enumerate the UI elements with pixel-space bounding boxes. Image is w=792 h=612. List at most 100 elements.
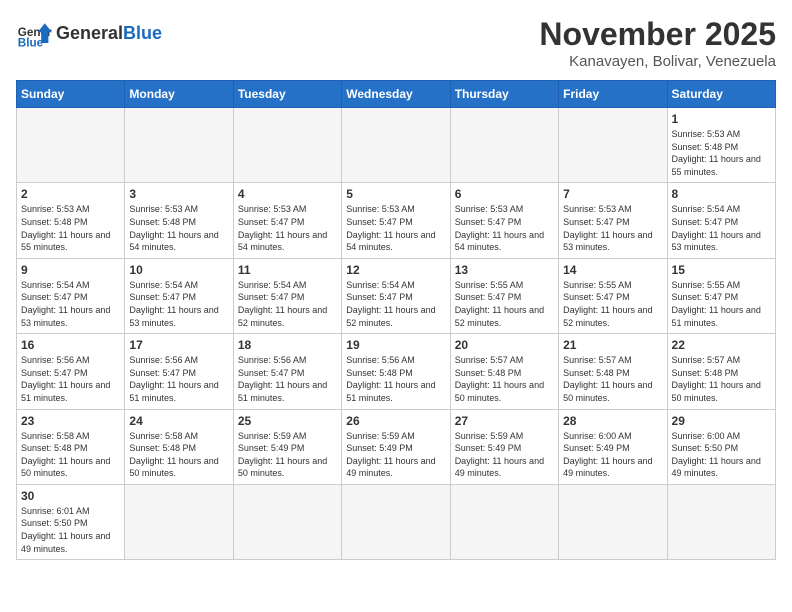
day-number: 7 — [563, 187, 662, 201]
day-info: Sunrise: 5:55 AM Sunset: 5:47 PM Dayligh… — [455, 279, 554, 329]
day-info: Sunrise: 5:54 AM Sunset: 5:47 PM Dayligh… — [21, 279, 120, 329]
calendar-cell: 6 Sunrise: 5:53 AM Sunset: 5:47 PM Daylig… — [450, 183, 558, 258]
calendar-cell — [559, 108, 667, 183]
day-of-week-header: Friday — [559, 81, 667, 108]
location: Kanavayen, Bolivar, Venezuela — [539, 53, 776, 70]
day-info: Sunrise: 5:54 AM Sunset: 5:47 PM Dayligh… — [129, 279, 228, 329]
day-number: 30 — [21, 489, 120, 503]
day-number: 4 — [238, 187, 337, 201]
calendar-cell: 27Sunrise: 5:59 AM Sunset: 5:49 PM Dayli… — [450, 409, 558, 484]
calendar-cell — [17, 108, 125, 183]
calendar-cell — [233, 108, 341, 183]
day-info: Sunrise: 5:53 AM Sunset: 5:47 PM Dayligh… — [455, 203, 554, 253]
day-info: Sunrise: 5:53 AM Sunset: 5:48 PM Dayligh… — [672, 128, 771, 178]
svg-text:Blue: Blue — [18, 37, 44, 50]
calendar-cell: 29 Sunrise: 6:00 AM Sunset: 5:50 PM Dayli… — [667, 409, 775, 484]
calendar-week-row: 30 Sunrise: 6:01 AM Sunset: 5:50 PM Dayli… — [17, 484, 776, 559]
day-info: Sunrise: 5:59 AM Sunset: 5:49 PM Dayligh… — [346, 430, 445, 480]
calendar-cell: 26Sunrise: 5:59 AM Sunset: 5:49 PM Dayli… — [342, 409, 450, 484]
day-info: Sunrise: 6:00 AM Sunset: 5:50 PM Dayligh… — [672, 430, 771, 480]
day-of-week-header: Saturday — [667, 81, 775, 108]
calendar-week-row: 1Sunrise: 5:53 AM Sunset: 5:48 PM Daylig… — [17, 108, 776, 183]
day-number: 3 — [129, 187, 228, 201]
calendar-cell: 4 Sunrise: 5:53 AM Sunset: 5:47 PM Daylig… — [233, 183, 341, 258]
day-number: 22 — [672, 338, 771, 352]
day-info: Sunrise: 5:53 AM Sunset: 5:48 PM Dayligh… — [21, 203, 120, 253]
calendar-cell: 16Sunrise: 5:56 AM Sunset: 5:47 PM Dayli… — [17, 334, 125, 409]
day-of-week-header: Tuesday — [233, 81, 341, 108]
day-number: 6 — [455, 187, 554, 201]
calendar-cell: 30 Sunrise: 6:01 AM Sunset: 5:50 PM Dayli… — [17, 484, 125, 559]
calendar-cell: 11 Sunrise: 5:54 AM Sunset: 5:47 PM Dayli… — [233, 258, 341, 333]
day-info: Sunrise: 6:01 AM Sunset: 5:50 PM Dayligh… — [21, 505, 120, 555]
day-info: Sunrise: 5:53 AM Sunset: 5:47 PM Dayligh… — [346, 203, 445, 253]
calendar-cell: 23Sunrise: 5:58 AM Sunset: 5:48 PM Dayli… — [17, 409, 125, 484]
day-number: 16 — [21, 338, 120, 352]
calendar-cell — [125, 484, 233, 559]
calendar-cell — [450, 108, 558, 183]
day-number: 10 — [129, 263, 228, 277]
calendar-header-row: SundayMondayTuesdayWednesdayThursdayFrid… — [17, 81, 776, 108]
calendar-cell: 21Sunrise: 5:57 AM Sunset: 5:48 PM Dayli… — [559, 334, 667, 409]
title-block: November 2025 Kanavayen, Bolivar, Venezu… — [539, 16, 776, 70]
day-number: 5 — [346, 187, 445, 201]
day-info: Sunrise: 6:00 AM Sunset: 5:49 PM Dayligh… — [563, 430, 662, 480]
day-of-week-header: Sunday — [17, 81, 125, 108]
calendar-cell — [125, 108, 233, 183]
calendar-cell: 17 Sunrise: 5:56 AM Sunset: 5:47 PM Dayli… — [125, 334, 233, 409]
calendar-cell — [342, 108, 450, 183]
calendar-week-row: 2 Sunrise: 5:53 AM Sunset: 5:48 PM Daylig… — [17, 183, 776, 258]
day-number: 29 — [672, 414, 771, 428]
day-number: 11 — [238, 263, 337, 277]
calendar-cell: 9Sunrise: 5:54 AM Sunset: 5:47 PM Daylig… — [17, 258, 125, 333]
calendar-cell — [667, 484, 775, 559]
calendar-cell: 5 Sunrise: 5:53 AM Sunset: 5:47 PM Daylig… — [342, 183, 450, 258]
calendar-cell: 1Sunrise: 5:53 AM Sunset: 5:48 PM Daylig… — [667, 108, 775, 183]
calendar-cell: 28Sunrise: 6:00 AM Sunset: 5:49 PM Dayli… — [559, 409, 667, 484]
calendar-cell: 18 Sunrise: 5:56 AM Sunset: 5:47 PM Dayli… — [233, 334, 341, 409]
day-number: 17 — [129, 338, 228, 352]
day-info: Sunrise: 5:53 AM Sunset: 5:47 PM Dayligh… — [563, 203, 662, 253]
day-info: Sunrise: 5:53 AM Sunset: 5:47 PM Dayligh… — [238, 203, 337, 253]
month-title: November 2025 — [539, 16, 776, 53]
calendar-cell: 20Sunrise: 5:57 AM Sunset: 5:48 PM Dayli… — [450, 334, 558, 409]
day-number: 25 — [238, 414, 337, 428]
calendar-table: SundayMondayTuesdayWednesdayThursdayFrid… — [16, 80, 776, 560]
calendar-cell: 22Sunrise: 5:57 AM Sunset: 5:48 PM Dayli… — [667, 334, 775, 409]
day-number: 15 — [672, 263, 771, 277]
day-number: 14 — [563, 263, 662, 277]
day-info: Sunrise: 5:54 AM Sunset: 5:47 PM Dayligh… — [238, 279, 337, 329]
calendar-cell — [233, 484, 341, 559]
calendar-cell: 13Sunrise: 5:55 AM Sunset: 5:47 PM Dayli… — [450, 258, 558, 333]
calendar-cell: 8 Sunrise: 5:54 AM Sunset: 5:47 PM Daylig… — [667, 183, 775, 258]
page-header: General Blue GeneralBlue November 2025 K… — [16, 16, 776, 70]
day-info: Sunrise: 5:56 AM Sunset: 5:47 PM Dayligh… — [238, 354, 337, 404]
day-number: 18 — [238, 338, 337, 352]
day-of-week-header: Monday — [125, 81, 233, 108]
day-number: 2 — [21, 187, 120, 201]
logo-icon: General Blue — [16, 16, 52, 52]
day-info: Sunrise: 5:53 AM Sunset: 5:48 PM Dayligh… — [129, 203, 228, 253]
day-info: Sunrise: 5:54 AM Sunset: 5:47 PM Dayligh… — [346, 279, 445, 329]
day-info: Sunrise: 5:55 AM Sunset: 5:47 PM Dayligh… — [672, 279, 771, 329]
calendar-week-row: 9Sunrise: 5:54 AM Sunset: 5:47 PM Daylig… — [17, 258, 776, 333]
calendar-week-row: 16 Sunrise: 5:56 AM Sunset: 5:47 PM Dayli… — [17, 334, 776, 409]
day-info: Sunrise: 5:54 AM Sunset: 5:47 PM Dayligh… — [672, 203, 771, 253]
calendar-cell: 19 Sunrise: 5:56 AM Sunset: 5:48 PM Dayli… — [342, 334, 450, 409]
day-number: 19 — [346, 338, 445, 352]
calendar-cell: 7 Sunrise: 5:53 AM Sunset: 5:47 PM Daylig… — [559, 183, 667, 258]
calendar-cell: 3 Sunrise: 5:53 AM Sunset: 5:48 PM Daylig… — [125, 183, 233, 258]
calendar-cell: 15 Sunrise: 5:55 AM Sunset: 5:47 PM Dayli… — [667, 258, 775, 333]
calendar-week-row: 23Sunrise: 5:58 AM Sunset: 5:48 PM Dayli… — [17, 409, 776, 484]
calendar-cell: 12Sunrise: 5:54 AM Sunset: 5:47 PM Dayli… — [342, 258, 450, 333]
day-info: Sunrise: 5:56 AM Sunset: 5:47 PM Dayligh… — [129, 354, 228, 404]
logo: General Blue GeneralBlue — [16, 16, 162, 52]
day-number: 8 — [672, 187, 771, 201]
day-info: Sunrise: 5:58 AM Sunset: 5:48 PM Dayligh… — [129, 430, 228, 480]
day-of-week-header: Thursday — [450, 81, 558, 108]
calendar-cell: 14 Sunrise: 5:55 AM Sunset: 5:47 PM Dayli… — [559, 258, 667, 333]
day-info: Sunrise: 5:58 AM Sunset: 5:48 PM Dayligh… — [21, 430, 120, 480]
day-info: Sunrise: 5:57 AM Sunset: 5:48 PM Dayligh… — [455, 354, 554, 404]
day-info: Sunrise: 5:55 AM Sunset: 5:47 PM Dayligh… — [563, 279, 662, 329]
day-info: Sunrise: 5:56 AM Sunset: 5:48 PM Dayligh… — [346, 354, 445, 404]
